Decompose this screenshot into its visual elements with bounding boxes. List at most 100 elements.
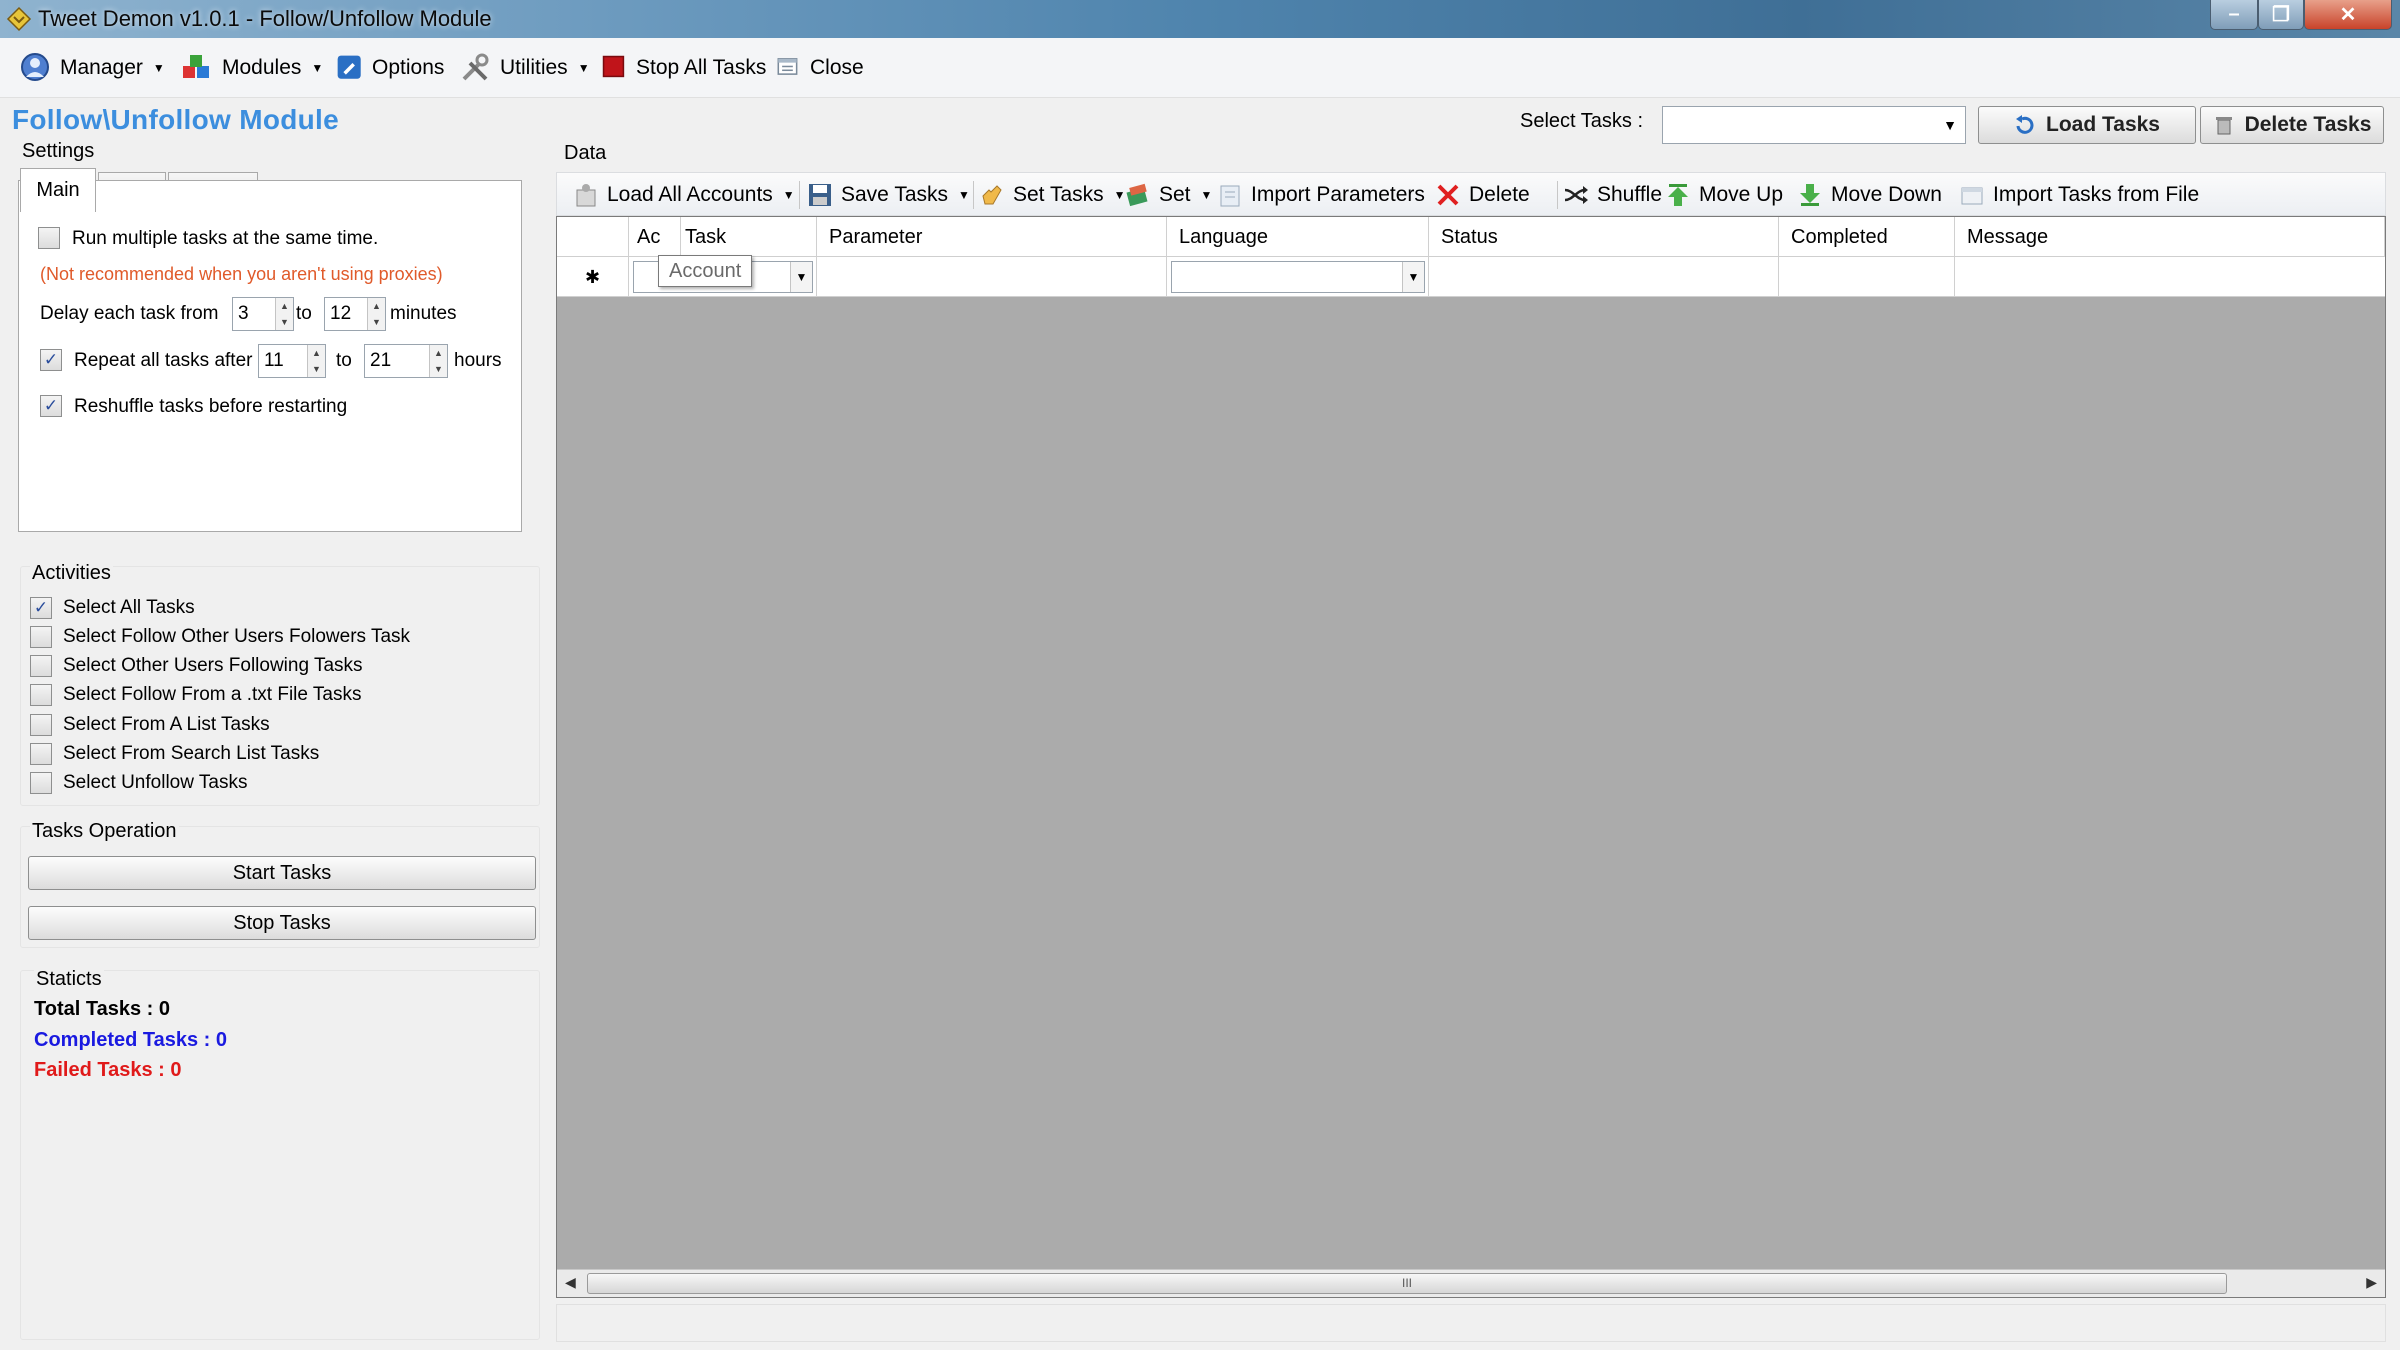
move-down-button[interactable]: Move Down (1797, 179, 1942, 211)
accounts-icon (576, 184, 596, 207)
activity-checkbox-followers[interactable] (30, 626, 52, 648)
proxy-warning: (Not recommended when you aren't using p… (40, 264, 443, 284)
select-tasks-label: Select Tasks : (1520, 110, 1644, 132)
menu-manager[interactable]: Manager ▼ (18, 48, 165, 88)
stop-tasks-button[interactable]: Stop Tasks (28, 906, 536, 940)
chevron-down-icon: ▼ (958, 188, 970, 202)
tasks-operation-label: Tasks Operation (30, 820, 179, 843)
repeat-checkbox[interactable]: ✓ (40, 349, 62, 371)
repeat-to-stepper[interactable]: 21 ▲ ▼ (364, 344, 448, 378)
scroll-left-icon[interactable]: ◀ (565, 1274, 576, 1291)
run-multiple-label: Run multiple tasks at the same time. (72, 228, 379, 249)
horizontal-scrollbar[interactable]: ◀ III ▶ (557, 1269, 2385, 1297)
checkmark-icon: ✓ (43, 350, 59, 369)
activity-checkbox-list[interactable] (30, 714, 52, 736)
language-combo[interactable]: ▼ (1171, 261, 1425, 293)
repeat-unit: hours (454, 350, 502, 371)
delay-unit: minutes (390, 303, 457, 324)
move-up-button[interactable]: Move Up (1665, 179, 1783, 211)
options-icon (337, 55, 361, 79)
spin-arrows-icon[interactable]: ▲ ▼ (367, 298, 385, 330)
data-toolbar: Load All Accounts ▼ Save Tasks ▼ Set Tasks… (556, 172, 2386, 216)
activity-label: Select From Search List Tasks (63, 743, 320, 764)
scroll-right-icon[interactable]: ▶ (2366, 1274, 2377, 1291)
repeat-label: Repeat all tasks after (74, 350, 253, 371)
start-tasks-button[interactable]: Start Tasks (28, 856, 536, 890)
delete-x-icon (1437, 184, 1459, 206)
column-header-completed[interactable]: Completed (1779, 217, 1955, 257)
load-tasks-button[interactable]: Load Tasks (1978, 106, 2196, 144)
menu-options[interactable]: Options (336, 48, 444, 88)
set-button[interactable]: Set ▼ (1125, 179, 1212, 211)
activities-group-label: Activities (30, 562, 113, 585)
chevron-down-icon[interactable]: ▼ (790, 262, 812, 292)
reshuffle-checkbox[interactable]: ✓ (40, 395, 62, 417)
close-window-button[interactable]: ✕ (2304, 0, 2392, 30)
activity-checkbox-txt-file[interactable] (30, 684, 52, 706)
account-tooltip: Account (658, 255, 753, 287)
spin-arrows-icon[interactable]: ▲ ▼ (307, 345, 325, 377)
settings-group-label: Settings (22, 140, 95, 162)
spin-arrows-icon[interactable]: ▲ ▼ (429, 345, 447, 377)
save-tasks-label: Save Tasks (841, 183, 948, 206)
minimize-icon: – (2228, 3, 2240, 25)
shuffle-button[interactable]: Shuffle (1563, 179, 1662, 211)
cell-completed (1779, 257, 1955, 297)
column-header-status[interactable]: Status (1429, 217, 1779, 257)
load-tasks-label: Load Tasks (2046, 113, 2160, 136)
chevron-down-icon: ▼ (1943, 117, 1957, 133)
column-header-task[interactable]: Task (681, 217, 817, 257)
column-header-parameter[interactable]: Parameter (817, 217, 1167, 257)
checkmark-icon: ✓ (43, 396, 59, 415)
tab-main[interactable]: Main (20, 168, 96, 212)
activity-label: Select Other Users Following Tasks (63, 655, 363, 676)
delete-tasks-button[interactable]: Delete Tasks (2200, 106, 2384, 144)
menu-utilities[interactable]: Utilities ▼ (458, 48, 590, 88)
stop-icon (602, 55, 625, 78)
delete-button[interactable]: Delete (1435, 179, 1530, 211)
move-up-label: Move Up (1699, 183, 1784, 206)
chevron-down-icon[interactable]: ▼ (1402, 262, 1424, 292)
app-icon (6, 6, 32, 32)
column-header-language[interactable]: Language (1167, 217, 1429, 257)
column-header-account[interactable]: Ac (629, 217, 681, 257)
activity-checkbox-all[interactable]: ✓ (30, 597, 52, 619)
minimize-button[interactable]: – (2210, 0, 2258, 30)
load-all-accounts-button[interactable]: Load All Accounts ▼ (573, 179, 795, 211)
chevron-down-icon: ▼ (311, 61, 324, 75)
activity-checkbox-following[interactable] (30, 655, 52, 677)
cell-parameter[interactable] (817, 257, 1167, 297)
table-row[interactable]: ✱ ▼ ▼ (557, 257, 2385, 297)
tasks-grid: Ac Task Parameter Language Status Comple… (556, 216, 2386, 1298)
scroll-thumb[interactable]: III (587, 1273, 2227, 1294)
set-tasks-button[interactable]: Set Tasks ▼ (979, 179, 1126, 211)
menu-modules[interactable]: Modules ▼ (180, 48, 323, 88)
cell-language[interactable]: ▼ (1167, 257, 1429, 297)
spin-arrows-icon[interactable]: ▲ ▼ (275, 298, 293, 330)
import-parameters-button[interactable]: Import Parameters (1217, 179, 1425, 211)
row-header-column (557, 217, 629, 257)
select-tasks-dropdown[interactable]: ▼ (1662, 106, 1966, 144)
close-app-icon (777, 58, 798, 75)
activity-checkbox-unfollow[interactable] (30, 772, 52, 794)
menu-close[interactable]: Close (776, 48, 864, 88)
maximize-button[interactable]: ❐ (2258, 0, 2304, 30)
run-multiple-checkbox[interactable] (38, 227, 60, 249)
load-icon (2016, 115, 2034, 134)
menu-stop-all-tasks[interactable]: Stop All Tasks (602, 48, 766, 88)
import-tasks-file-button[interactable]: Import Tasks from File (1959, 179, 2199, 211)
arrow-up-icon (1668, 184, 1688, 206)
reshuffle-label: Reshuffle tasks before restarting (74, 396, 348, 417)
close-icon: ✕ (2339, 4, 2357, 26)
failed-tasks-stat: Failed Tasks : 0 (34, 1059, 182, 1081)
repeat-from-value: 11 (264, 350, 284, 371)
repeat-from-stepper[interactable]: 11 ▲ ▼ (258, 344, 326, 378)
column-header-message[interactable]: Message (1955, 217, 2385, 257)
chevron-down-icon: ▼ (782, 188, 795, 202)
delay-to-stepper[interactable]: 12 ▲ ▼ (324, 297, 386, 331)
module-title: Follow\Unfollow Module (12, 104, 339, 135)
save-tasks-button[interactable]: Save Tasks ▼ (807, 179, 970, 211)
save-icon (809, 184, 831, 206)
activity-checkbox-search-list[interactable] (30, 743, 52, 765)
delay-from-stepper[interactable]: 3 ▲ ▼ (232, 297, 294, 331)
